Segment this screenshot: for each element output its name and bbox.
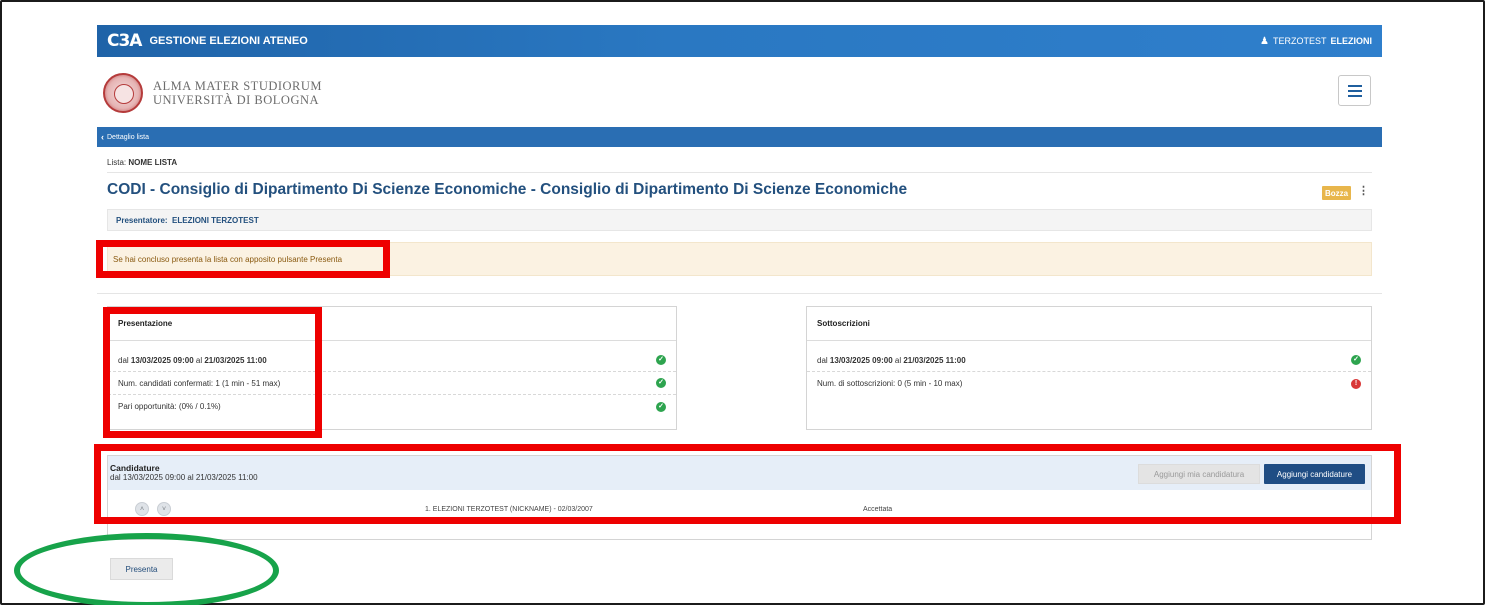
breadcrumb-bar: ‹ Dettaglio lista — [97, 127, 1382, 147]
check-icon: ✓ — [1351, 355, 1361, 365]
chevron-left-icon[interactable]: ‹ — [101, 132, 104, 142]
period-start: 13/03/2025 09:00 — [130, 355, 194, 365]
app-logo: C3A — [107, 31, 142, 51]
presenter-value: ELEZIONI TERZOTEST — [172, 215, 259, 225]
hamburger-menu-button[interactable] — [1338, 75, 1371, 106]
divider — [107, 172, 1372, 173]
candidatures-header: Candidature dal 13/03/2025 09:00 al 21/0… — [108, 456, 1371, 490]
list-name: Lista: NOME LISTA — [107, 158, 177, 167]
period-end: 21/03/2025 11:00 — [204, 355, 267, 365]
period-prefix: dal — [817, 355, 828, 365]
list-name-value: NOME LISTA — [128, 158, 178, 167]
card-title: Presentazione — [108, 307, 676, 341]
equal-opportunity-row: Pari opportunità: (0% / 0.1%) ✓ — [108, 395, 676, 418]
list-prefix: Lista: — [107, 158, 127, 167]
table-row: ˄ ˅ 1. ELEZIONI TERZOTEST (NICKNAME) - 0… — [108, 490, 1371, 526]
university-brand[interactable]: ALMA MATER STUDIORUM UNIVERSITÀ DI BOLOG… — [103, 68, 322, 118]
hamburger-icon — [1347, 84, 1362, 87]
period-prefix: dal — [118, 355, 129, 365]
error-icon: ! — [1351, 378, 1361, 389]
back-link[interactable]: Dettaglio lista — [107, 134, 149, 141]
chevron-up-icon[interactable]: ˄ — [135, 502, 149, 516]
subscriptions-row: Num. di sottoscrizioni: 0 (5 min - 10 ma… — [807, 372, 1371, 395]
page-title: CODI - Consiglio di Dipartimento Di Scie… — [107, 181, 908, 198]
card-title: Sottoscrizioni — [807, 307, 1371, 341]
brand-line-1: ALMA MATER STUDIORUM — [153, 79, 323, 93]
period-mid: al — [195, 355, 203, 365]
check-icon: ✓ — [656, 355, 666, 365]
presenta-button[interactable]: Presenta — [110, 558, 173, 580]
subscriptions-card: Sottoscrizioni dal 13/03/2025 09:00 al 2… — [806, 306, 1372, 430]
period-start: 13/03/2025 09:00 — [829, 355, 893, 365]
subscriptions-count: Num. di sottoscrizioni: 0 (5 min - 10 ma… — [817, 379, 963, 388]
candidatures-panel: Candidature dal 13/03/2025 09:00 al 21/0… — [107, 455, 1372, 540]
user-last-name: ELEZIONI — [1330, 36, 1372, 46]
chevron-down-icon[interactable]: ˅ — [157, 502, 171, 516]
candidates-count: Num. candidati confermati: 1 (1 min - 51… — [118, 378, 281, 388]
more-options-icon[interactable]: ⋮ — [1358, 184, 1369, 197]
brand-line-2: UNIVERSITÀ DI BOLOGNA — [153, 93, 320, 107]
presenter-bar: Presentatore: ELEZIONI TERZOTEST — [107, 209, 1372, 231]
period-end: 21/03/2025 11:00 — [903, 355, 966, 365]
check-icon: ✓ — [656, 401, 666, 412]
period-row: dal 13/03/2025 09:00 al 21/03/2025 11:00… — [807, 349, 1371, 372]
presentation-card: Presentazione dal 13/03/2025 09:00 al 21… — [107, 306, 677, 430]
add-candidatures-button[interactable]: Aggiungi candidature — [1264, 464, 1365, 484]
top-bar: C3A GESTIONE ELEZIONI ATENEO ♟ TERZOTEST… — [97, 25, 1382, 57]
period-mid: al — [894, 355, 902, 365]
status-badge: Bozza — [1322, 186, 1351, 200]
user-first-name: TERZOTEST — [1272, 36, 1327, 46]
user-menu[interactable]: ♟ TERZOTEST ELEZIONI — [1260, 36, 1372, 47]
candidates-row: Num. candidati confermati: 1 (1 min - 51… — [108, 372, 676, 395]
candidate-status: Accettata — [863, 506, 893, 513]
user-icon: ♟ — [1260, 35, 1269, 47]
divider — [97, 293, 1382, 294]
info-alert: Se hai concluso presenta la lista con ap… — [107, 242, 1372, 276]
app-name[interactable]: GESTIONE ELEZIONI ATENEO — [149, 35, 307, 47]
candidate-name: 1. ELEZIONI TERZOTEST (NICKNAME) - 02/03… — [425, 506, 593, 513]
university-seal-icon — [103, 73, 143, 113]
add-my-candidature-button[interactable]: Aggiungi mia candidatura — [1138, 464, 1260, 484]
period-row: dal 13/03/2025 09:00 al 21/03/2025 11:00… — [108, 349, 676, 372]
equal-opportunity-value: Pari opportunità: (0% / 0.1%) — [118, 402, 221, 411]
presenter-label: Presentatore: — [116, 215, 168, 225]
candidatures-title: Candidature — [110, 463, 160, 473]
candidatures-period: dal 13/03/2025 09:00 al 21/03/2025 11:00 — [110, 473, 258, 482]
check-icon: ✓ — [656, 378, 666, 388]
